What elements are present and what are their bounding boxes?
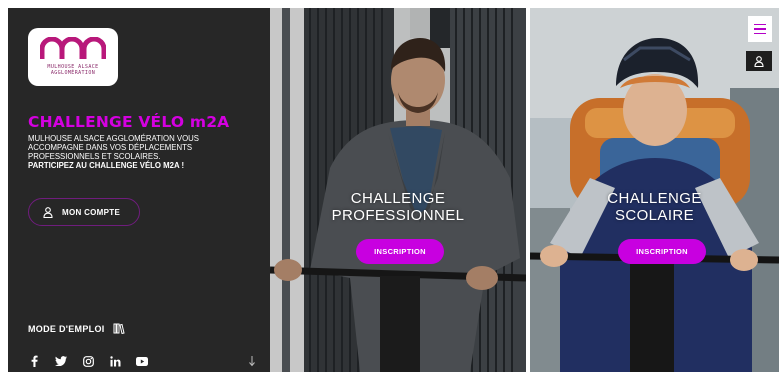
intro-text: MULHOUSE ALSACE AGGLOMÉRATION VOUS ACCOM… <box>28 134 238 170</box>
my-account-label: MON COMPTE <box>62 207 121 217</box>
logo-text: MULHOUSE ALSACE AGGLOMÉRATION <box>34 64 112 76</box>
school-challenge-title: CHALLENGE SCOLAIRE <box>530 190 779 224</box>
professional-challenge-title: CHALLENGE PROFESSIONNEL <box>270 190 526 224</box>
school-challenge-card[interactable]: CHALLENGE SCOLAIRE INSCRIPTION <box>530 8 779 372</box>
intro-cta: PARTICIPEZ AU CHALLENGE VÉLO m2A ! <box>28 161 185 170</box>
user-icon <box>754 55 764 67</box>
school-title-line-2: SCOLAIRE <box>614 207 695 224</box>
twitter-icon[interactable] <box>55 355 67 367</box>
book-icon <box>113 323 125 334</box>
social-links <box>28 355 148 367</box>
my-account-button[interactable]: MON COMPTE <box>28 198 140 226</box>
school-signup-button[interactable]: INSCRIPTION <box>618 239 706 264</box>
professional-challenge-card[interactable]: CHALLENGE PROFESSIONNEL INSCRIPTION <box>270 8 526 372</box>
user-guide-link[interactable]: MODE D'EMPLOI <box>28 323 125 334</box>
menu-bar <box>754 23 766 26</box>
menu-bar <box>754 28 766 30</box>
page-title: CHALLENGE VÉLO m2A <box>28 113 230 131</box>
user-icon <box>43 206 53 218</box>
facebook-icon[interactable] <box>28 355 40 367</box>
instagram-icon[interactable] <box>82 355 94 367</box>
left-panel: MULHOUSE ALSACE AGGLOMÉRATION CHALLENGE … <box>8 8 270 372</box>
user-account-button[interactable] <box>746 51 772 71</box>
menu-bar <box>754 32 766 35</box>
user-guide-label: MODE D'EMPLOI <box>28 323 105 334</box>
logo-line-2: AGGLOMÉRATION <box>50 70 96 76</box>
linkedin-icon[interactable] <box>109 355 121 367</box>
m2a-logo[interactable]: MULHOUSE ALSACE AGGLOMÉRATION <box>28 28 118 86</box>
professional-signup-button[interactable]: INSCRIPTION <box>356 239 444 264</box>
intro-description: MULHOUSE ALSACE AGGLOMÉRATION VOUS ACCOM… <box>28 134 199 161</box>
professional-title-line-1: CHALLENGE <box>350 190 446 207</box>
youtube-icon[interactable] <box>136 355 148 367</box>
hamburger-menu-icon[interactable] <box>748 16 772 42</box>
scroll-down-arrow-icon[interactable] <box>248 354 256 372</box>
school-title-line-1: CHALLENGE <box>607 190 702 207</box>
professional-title-line-2: PROFESSIONNEL <box>331 207 465 224</box>
m2a-logo-mark <box>40 37 106 59</box>
